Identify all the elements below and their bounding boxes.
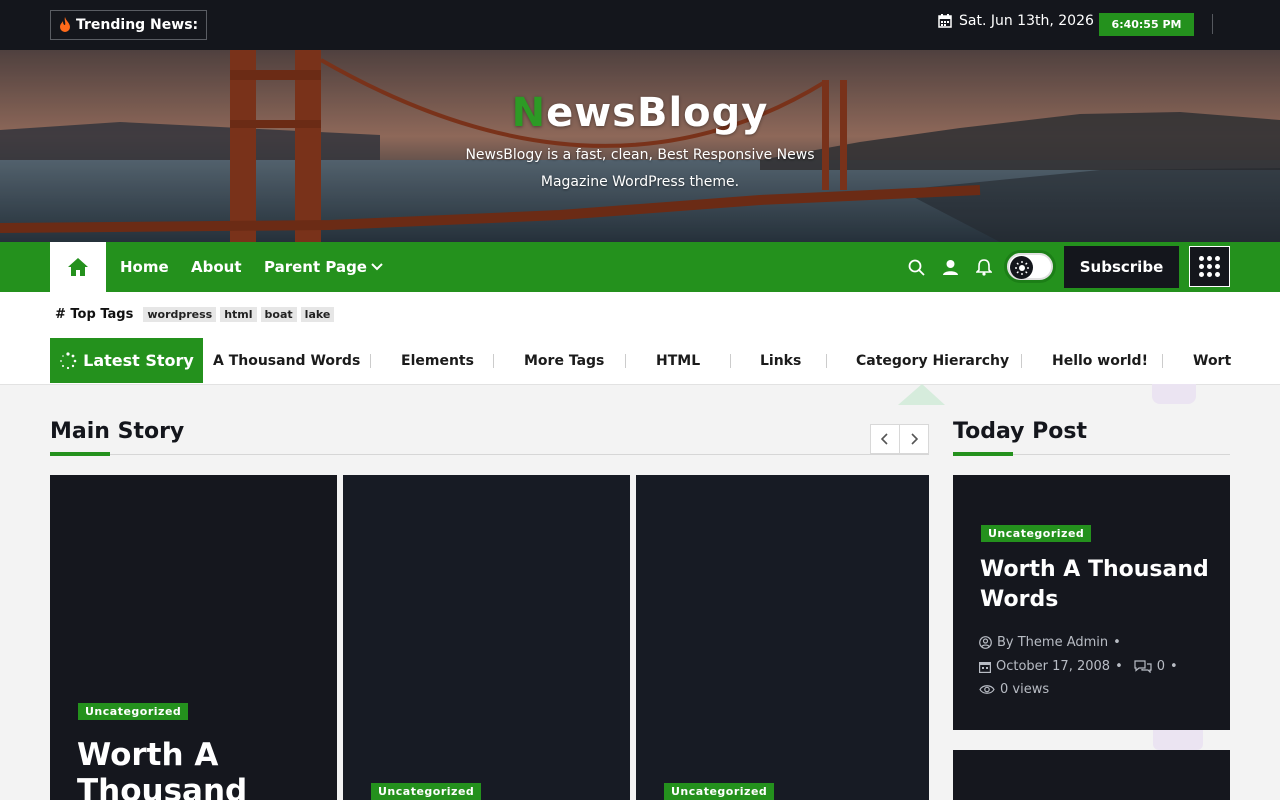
tag-wordpress[interactable]: wordpress xyxy=(143,307,217,322)
nav-parent-page[interactable]: Parent Page xyxy=(264,242,383,292)
ticker-item[interactable]: A Thousand Words xyxy=(213,338,360,383)
site-title[interactable]: NewsBlogy xyxy=(0,90,1280,136)
bell-icon[interactable] xyxy=(975,258,993,276)
grid-menu-icon[interactable] xyxy=(1189,246,1230,287)
tag-boat[interactable]: boat xyxy=(260,307,297,322)
main-story-card[interactable]: Uncategorized xyxy=(343,475,630,800)
sun-icon xyxy=(1010,256,1033,279)
nav-about[interactable]: About xyxy=(191,242,242,292)
post-author[interactable]: By Theme Admin • xyxy=(979,635,1121,650)
spinner-icon xyxy=(60,351,77,369)
chevron-left-icon xyxy=(881,433,888,445)
category-badge[interactable]: Uncategorized xyxy=(981,525,1092,542)
category-badge[interactable]: Uncategorized xyxy=(371,783,482,800)
section-accent xyxy=(50,452,110,456)
trending-news-box: Trending News: xyxy=(50,10,208,40)
prev-arrow-button[interactable] xyxy=(870,424,900,454)
search-icon[interactable] xyxy=(907,258,925,276)
category-badge[interactable]: Uncategorized xyxy=(664,783,775,800)
nav-home[interactable]: Home xyxy=(120,242,169,292)
ticker-separator xyxy=(625,354,626,368)
site-description: NewsBlogy is a fast, clean, Best Respons… xyxy=(465,147,815,190)
dark-mode-toggle[interactable] xyxy=(1004,250,1056,283)
comments-icon xyxy=(1134,660,1152,673)
triangle-decoration xyxy=(898,384,945,405)
latest-ticker: A Thousand Words Elements More Tags HTML… xyxy=(203,338,1231,383)
today-post-heading: Today Post xyxy=(953,419,1087,444)
chevron-down-icon xyxy=(371,263,383,271)
section-divider xyxy=(50,454,929,455)
today-post-card[interactable] xyxy=(953,750,1230,800)
ticker-separator xyxy=(730,354,731,368)
main-story-card[interactable]: Uncategorized Worth A Thousand xyxy=(50,475,337,800)
eye-icon xyxy=(979,685,995,694)
ticker-item[interactable]: Worth xyxy=(1193,338,1231,383)
next-arrow-button[interactable] xyxy=(899,424,929,454)
ticker-separator xyxy=(370,354,371,368)
latest-story-label: Latest Story xyxy=(50,338,203,383)
flame-icon xyxy=(60,17,70,32)
chevron-right-icon xyxy=(911,433,918,445)
card-title[interactable]: Worth A Thousand xyxy=(77,737,247,800)
ticker-item[interactable]: Hello world! xyxy=(1052,338,1148,383)
home-icon xyxy=(68,258,88,276)
category-badge[interactable]: Uncategorized xyxy=(78,703,189,720)
card-title[interactable]: Worth A Thousand Words xyxy=(980,555,1215,615)
user-circle-icon xyxy=(979,636,992,649)
calendar-icon xyxy=(938,14,952,28)
ticker-separator xyxy=(1162,354,1163,368)
ticker-separator xyxy=(826,354,827,368)
home-icon-button[interactable] xyxy=(50,242,106,292)
clock-badge: 6:40:55 PM xyxy=(1099,13,1194,36)
main-story-card[interactable]: Uncategorized xyxy=(636,475,929,800)
ticker-item[interactable]: Links xyxy=(760,338,801,383)
today-post-card[interactable]: Uncategorized Worth A Thousand Words By … xyxy=(953,475,1230,730)
post-date: October 17, 2008 • 0 • xyxy=(979,659,1178,674)
shape-decoration xyxy=(1152,384,1196,404)
user-icon[interactable] xyxy=(941,258,959,276)
ticker-item[interactable]: More Tags xyxy=(524,338,604,383)
post-views: 0 views xyxy=(979,682,1049,697)
subscribe-button[interactable]: Subscribe xyxy=(1064,246,1179,288)
date-text: Sat. Jun 13th, 2026 xyxy=(959,13,1094,29)
top-bar: Trending News: Sat. Jun 13th, 2026 6:40:… xyxy=(0,0,1280,50)
top-tags-label: # Top Tags xyxy=(55,307,134,322)
shape-decoration xyxy=(1153,730,1203,750)
top-divider xyxy=(1212,14,1213,34)
top-tags: # Top Tags wordpress html boat lake xyxy=(55,307,335,322)
trending-label: Trending News: xyxy=(76,17,199,33)
calendar-icon xyxy=(979,661,991,673)
tag-html[interactable]: html xyxy=(220,307,257,322)
section-accent xyxy=(953,452,1013,456)
main-story-heading: Main Story xyxy=(50,419,185,444)
ticker-separator xyxy=(1021,354,1022,368)
date-display: Sat. Jun 13th, 2026 xyxy=(938,13,1094,29)
ticker-item[interactable]: HTML xyxy=(656,338,700,383)
tag-lake[interactable]: lake xyxy=(300,307,335,322)
header-banner: NewsBlogy NewsBlogy is a fast, clean, Be… xyxy=(0,50,1280,242)
ticker-item[interactable]: Elements xyxy=(401,338,474,383)
ticker-separator xyxy=(493,354,494,368)
ticker-item[interactable]: Category Hierarchy xyxy=(856,338,1009,383)
